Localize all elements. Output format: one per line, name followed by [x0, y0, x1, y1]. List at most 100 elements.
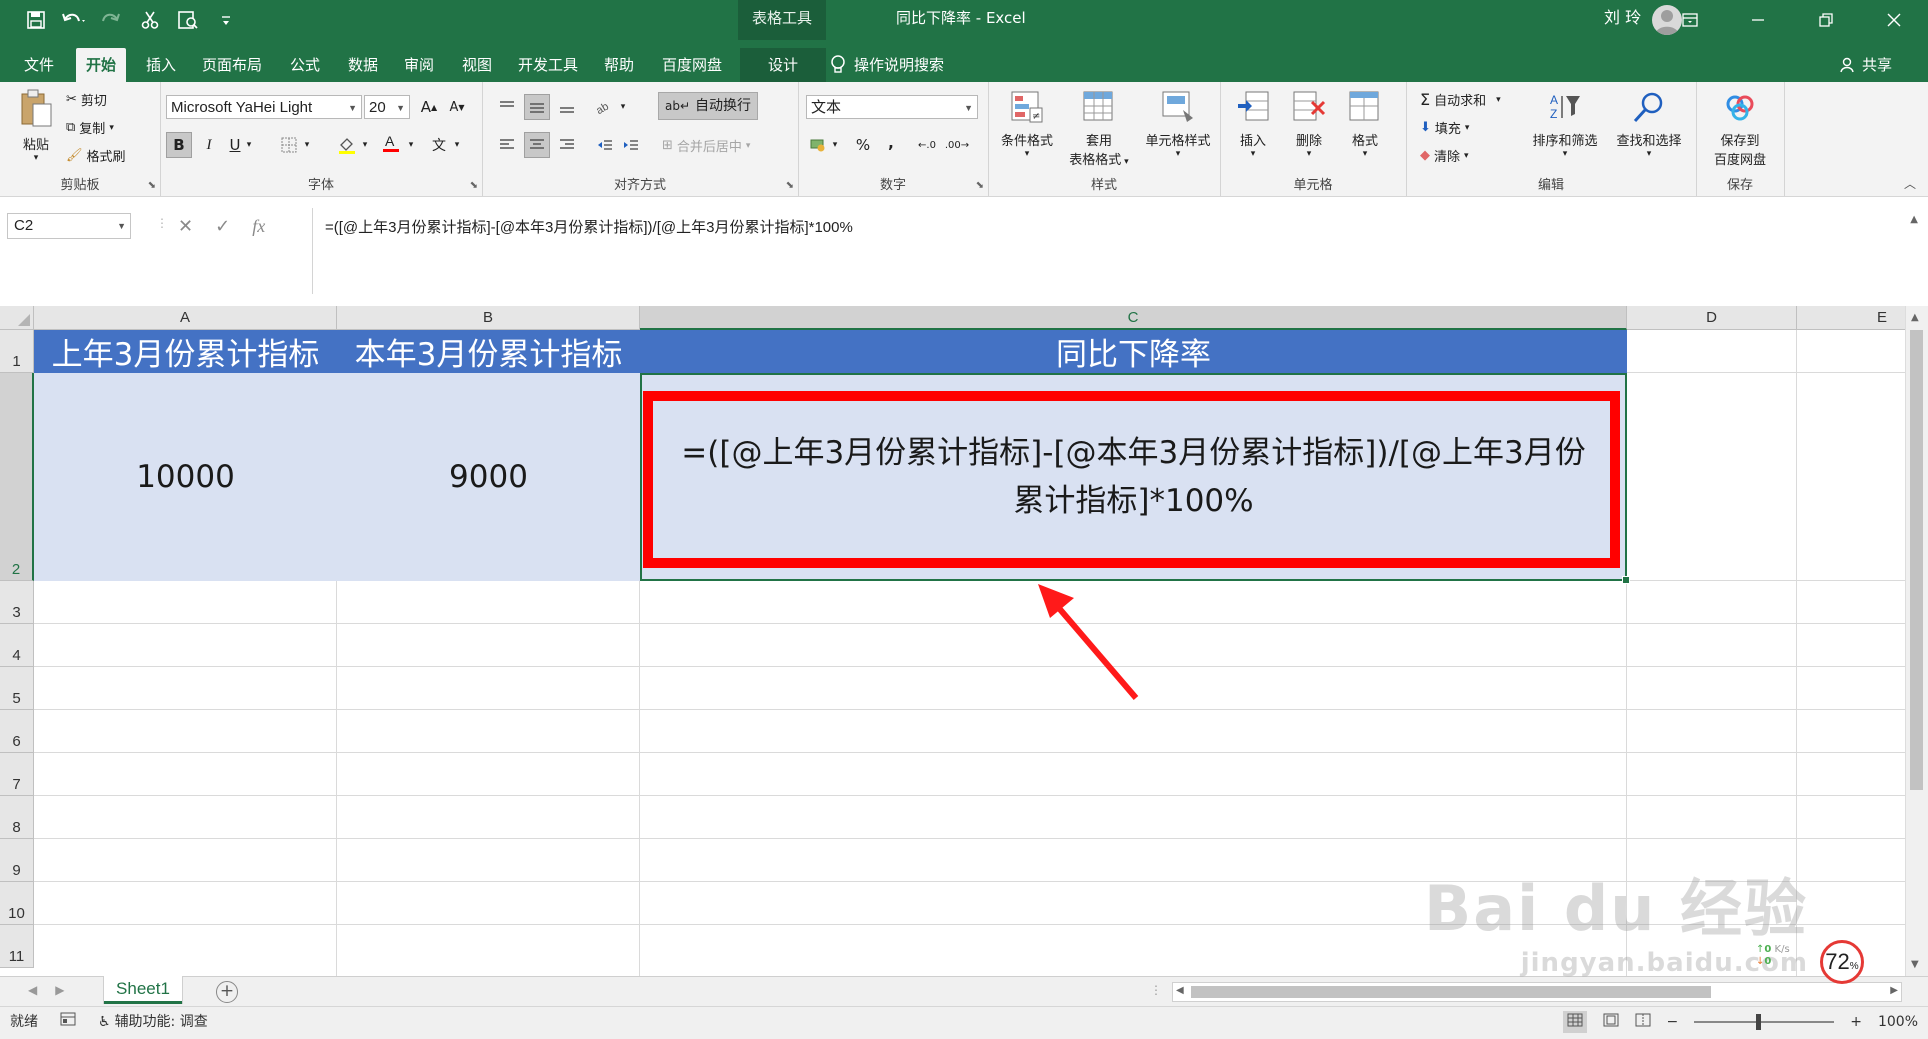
delete-cells-button[interactable]: 删除 ▾ [1284, 90, 1334, 159]
fill-color-dropdown-icon[interactable]: ▾ [358, 132, 372, 158]
align-left-icon[interactable] [494, 132, 520, 158]
memory-usage-circle[interactable]: 72% [1820, 940, 1864, 984]
tab-baidu-netdisk[interactable]: 百度网盘 [652, 48, 732, 82]
row-header-1[interactable]: 1 [0, 330, 34, 373]
save-to-netdisk-button[interactable]: 保存到 百度网盘 [1702, 90, 1778, 168]
print-preview-icon[interactable] [174, 8, 202, 32]
customize-qat-icon[interactable] [212, 8, 240, 32]
font-name-select[interactable]: Microsoft YaHei Light ▼ [166, 95, 362, 119]
increase-indent-icon[interactable] [618, 132, 644, 158]
row-header-2[interactable]: 2 [0, 373, 34, 581]
cell-a1[interactable]: 上年3月份累计指标 [34, 330, 337, 373]
formula-input[interactable]: =([@上年3月份累计指标]-[@本年3月份累计指标])/[@上年3月份累计指标… [312, 208, 1916, 294]
paste-button[interactable]: 粘贴 ▾ [14, 88, 58, 163]
phonetic-guide-icon[interactable]: 文 [426, 132, 452, 158]
tab-help[interactable]: 帮助 [594, 48, 644, 82]
tab-developer[interactable]: 开发工具 [508, 48, 588, 82]
zoom-out-icon[interactable]: − [1667, 1014, 1679, 1030]
undo-icon[interactable] [60, 8, 88, 32]
align-bottom-icon[interactable] [554, 94, 580, 120]
tab-file[interactable]: 文件 [14, 48, 64, 82]
fill-button[interactable]: ⬇ 填充 ▾ [1420, 118, 1469, 137]
row-header-7[interactable]: 7 [0, 753, 34, 796]
scroll-down-icon[interactable]: ▼ [1911, 959, 1919, 970]
format-cells-button[interactable]: 格式 ▾ [1340, 90, 1390, 159]
zoom-slider[interactable] [1694, 1014, 1835, 1030]
horizontal-scroll-thumb[interactable] [1191, 986, 1711, 998]
tab-page-layout[interactable]: 页面布局 [192, 48, 272, 82]
collapse-ribbon-icon[interactable]: ︿ [1904, 175, 1916, 192]
cell-b1[interactable]: 本年3月份累计指标 [337, 330, 640, 373]
font-color-icon[interactable]: A [378, 130, 404, 156]
row-header-9[interactable]: 9 [0, 839, 34, 882]
tab-insert[interactable]: 插入 [136, 48, 186, 82]
tab-review[interactable]: 审阅 [394, 48, 444, 82]
align-center-icon[interactable] [524, 132, 550, 158]
orientation-dropdown-icon[interactable]: ▾ [616, 94, 630, 120]
insert-cells-button[interactable]: 插入 ▾ [1228, 90, 1278, 159]
cell-c1[interactable]: 同比下降率 [640, 330, 1627, 373]
name-box[interactable]: C2 ▼ [7, 213, 131, 239]
select-all-corner[interactable] [0, 306, 34, 330]
orientation-icon[interactable]: ab [592, 94, 618, 120]
comma-style-button[interactable]: , [878, 130, 904, 156]
borders-dropdown-icon[interactable]: ▾ [300, 132, 314, 158]
scroll-right-icon[interactable]: ▶ [1890, 985, 1898, 996]
align-right-icon[interactable] [554, 132, 580, 158]
sort-filter-button[interactable]: AZ 排序和筛选 ▾ [1528, 90, 1602, 159]
redo-icon[interactable] [98, 8, 126, 32]
font-launcher-icon[interactable]: ⬊ [470, 180, 478, 191]
tab-formulas[interactable]: 公式 [280, 48, 330, 82]
underline-dropdown-icon[interactable]: ▾ [242, 132, 256, 158]
find-select-button[interactable]: 查找和选择 ▾ [1610, 90, 1688, 159]
horizontal-scrollbar[interactable]: ◀ ▶ [1172, 982, 1902, 1002]
vertical-scroll-thumb[interactable] [1910, 330, 1923, 790]
conditional-formatting-button[interactable]: ≠ 条件格式 ▾ [994, 90, 1060, 159]
user-name[interactable]: 刘 玲 [1604, 0, 1641, 36]
row-header-3[interactable]: 3 [0, 581, 34, 624]
clear-button[interactable]: ◆ 清除 ▾ [1420, 146, 1469, 165]
expand-formula-bar-icon[interactable]: ▲ [1910, 214, 1918, 225]
phonetic-dropdown-icon[interactable]: ▾ [450, 132, 464, 158]
add-sheet-icon[interactable]: + [216, 981, 238, 1003]
scroll-up-icon[interactable]: ▲ [1911, 312, 1919, 323]
row-header-11[interactable]: 11 [0, 925, 34, 968]
fill-color-icon[interactable] [334, 132, 360, 158]
page-break-view-icon[interactable] [1635, 1013, 1651, 1031]
format-as-table-button[interactable]: 套用 表格格式 ▾ [1066, 90, 1132, 168]
tab-data[interactable]: 数据 [338, 48, 388, 82]
font-color-dropdown-icon[interactable]: ▾ [404, 132, 418, 158]
tell-me-search[interactable]: 操作说明搜索 [830, 48, 944, 82]
normal-view-icon[interactable] [1562, 1011, 1587, 1033]
number-format-select[interactable]: 文本 ▼ [806, 95, 978, 119]
bold-button[interactable]: B [166, 132, 192, 158]
cell-styles-button[interactable]: 单元格样式 ▾ [1138, 90, 1218, 159]
confirm-entry-icon[interactable]: ✓ [215, 216, 230, 237]
minimize-icon[interactable] [1724, 0, 1792, 40]
align-middle-icon[interactable] [524, 94, 550, 120]
accounting-dropdown-icon[interactable]: ▾ [828, 132, 842, 158]
close-icon[interactable] [1860, 0, 1928, 40]
cut-icon[interactable] [136, 8, 164, 32]
row-header-6[interactable]: 6 [0, 710, 34, 753]
clipboard-launcher-icon[interactable]: ⬊ [148, 180, 156, 191]
row-header-8[interactable]: 8 [0, 796, 34, 839]
grow-font-icon[interactable]: A ▲ [416, 94, 442, 120]
share-button[interactable]: 共享 [1840, 48, 1892, 82]
column-header-a[interactable]: A [34, 306, 337, 330]
cell-a2[interactable]: 10000 [34, 373, 337, 581]
autosum-button[interactable]: Σ 自动求和 ▾ [1420, 90, 1501, 109]
column-header-e[interactable]: E [1797, 306, 1906, 330]
prev-sheet-icon[interactable]: ◀ [28, 983, 37, 997]
wrap-text-button[interactable]: ab↵ 自动换行 [658, 92, 759, 120]
column-header-d[interactable]: D [1627, 306, 1797, 330]
copy-button[interactable]: ⧉ 复制 ▾ [66, 118, 114, 137]
borders-icon[interactable] [276, 132, 302, 158]
restore-icon[interactable] [1792, 0, 1860, 40]
align-top-icon[interactable] [494, 94, 520, 120]
cut-button[interactable]: ✂ 剪切 [66, 90, 107, 109]
tab-view[interactable]: 视图 [452, 48, 502, 82]
number-launcher-icon[interactable]: ⬊ [976, 180, 984, 191]
scroll-left-icon[interactable]: ◀ [1176, 985, 1184, 996]
cell-b2[interactable]: 9000 [337, 373, 640, 581]
